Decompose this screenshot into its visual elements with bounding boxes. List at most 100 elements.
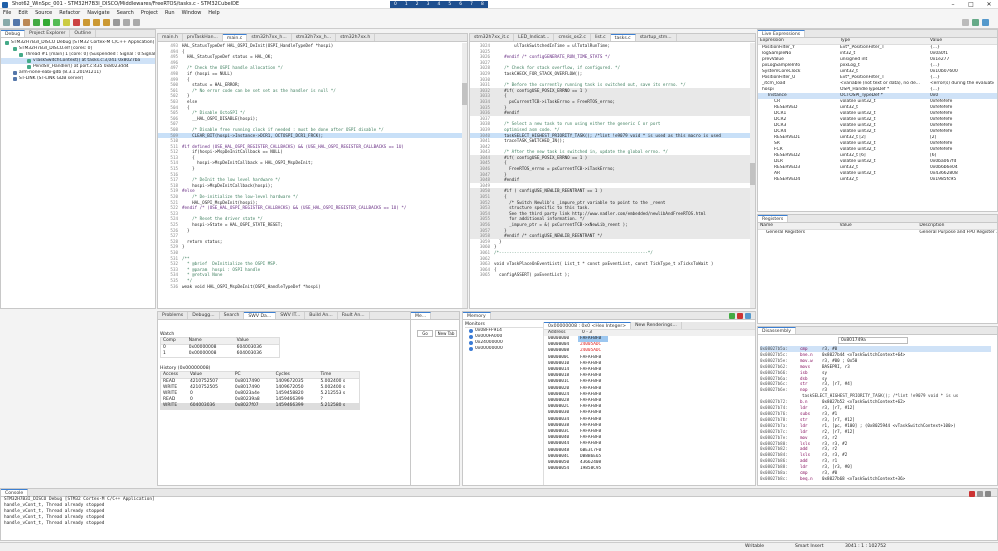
- search-icon[interactable]: [962, 19, 969, 26]
- tab-editor-right[interactable]: LED_Indicat...: [514, 34, 555, 41]
- tab-debug-view[interactable]: Outline: [70, 30, 97, 37]
- tab-memory[interactable]: Memory: [463, 312, 491, 319]
- menu-search[interactable]: Search: [117, 10, 134, 16]
- tab-editor-right[interactable]: list.c: [591, 34, 611, 41]
- tab-editor-left[interactable]: prvTaskHan...: [183, 34, 223, 41]
- tab-bottom-left[interactable]: Build An...: [305, 312, 338, 319]
- perspective-label[interactable]: 0: [394, 1, 397, 8]
- table-row[interactable]: WRITE 604003036 0x8027f07 1459466399 5.21258…: [160, 403, 360, 410]
- tab-disassembly[interactable]: Disassembly: [758, 327, 797, 334]
- perspective-debug-icon[interactable]: [982, 19, 989, 26]
- close-window-button[interactable]: ✕: [980, 0, 998, 9]
- maximize-button[interactable]: □: [962, 0, 980, 9]
- tab-live-expressions[interactable]: Live Expressions: [758, 30, 806, 37]
- perspective-label[interactable]: 5: [448, 1, 451, 8]
- table-row[interactable]: 1 0x00000008 604003036: [161, 351, 280, 358]
- perspective-label[interactable]: 4: [438, 1, 441, 8]
- tab-editor-left[interactable]: stm32h7xx.h: [336, 34, 376, 41]
- live-expression-row[interactable]: RESERVED4 uint32_t 0x1985fc95: [758, 177, 997, 183]
- code-text: #else: [182, 188, 195, 194]
- tab-memory-side[interactable]: Me...: [411, 312, 432, 319]
- perspective-label[interactable]: 1: [405, 1, 408, 8]
- tab-registers[interactable]: Registers: [758, 215, 789, 222]
- menu-edit[interactable]: Edit: [18, 10, 28, 16]
- menu-source[interactable]: Source: [35, 10, 52, 16]
- forward-icon[interactable]: [133, 19, 140, 26]
- editor-right: stm32h7xx_it.c LED_Indicat... cmsis_os2.c l…: [469, 33, 756, 309]
- debug-tree-item[interactable]: ST-LINK (ST-LINK GDB server): [1, 76, 155, 82]
- code-text: HAL_StatusTypeDef HAL_OSPI_DeInit(OSPI_H…: [182, 43, 334, 48]
- tab-editor-right[interactable]: stm32h7xx_it.c: [470, 34, 515, 41]
- code-text: /* After the new task is switched in, up…: [494, 149, 668, 155]
- editor-left-scrollbar[interactable]: [462, 43, 467, 308]
- editor-left-code[interactable]: 493 HAL_StatusTypeDef HAL_OSPI_DeInit(OSP…: [158, 42, 467, 306]
- tab-editor-right[interactable]: startup_stm...: [636, 34, 677, 41]
- save-icon[interactable]: [13, 19, 20, 26]
- disassembly-address-input[interactable]: 0x801749a: [838, 337, 908, 344]
- step-over-icon[interactable]: [93, 19, 100, 26]
- new-renderings-tab[interactable]: New Renderings...: [631, 322, 682, 329]
- step-into-icon[interactable]: [83, 19, 90, 26]
- menu-navigate[interactable]: Navigate: [87, 10, 109, 16]
- tab-editor-right[interactable]: cmsis_os2.c: [554, 34, 591, 41]
- menu-window[interactable]: Window: [182, 10, 202, 16]
- minimize-button[interactable]: –: [944, 0, 962, 9]
- build-icon[interactable]: [23, 19, 30, 26]
- tab-bottom-left[interactable]: Debugg...: [188, 312, 220, 319]
- code-text: configASSERT( pxEventList );: [494, 272, 570, 278]
- perspective-cpp-icon[interactable]: [972, 19, 979, 26]
- search-icon[interactable]: [113, 19, 120, 26]
- tab-bottom-left[interactable]: SWV IT...: [276, 312, 306, 319]
- resume-icon[interactable]: [53, 19, 60, 26]
- tab-console[interactable]: Console: [1, 489, 29, 496]
- tab-bottom-left[interactable]: Problems: [158, 312, 189, 319]
- back-icon[interactable]: [123, 19, 130, 26]
- step-return-icon[interactable]: [103, 19, 110, 26]
- tab-debug-view[interactable]: Project Explorer: [25, 30, 71, 37]
- perspective-label[interactable]: 3: [427, 1, 430, 8]
- add-monitor-icon[interactable]: [729, 313, 735, 319]
- console-view: Console STM32H7B3I_DISCO Debug [STM32 Co…: [0, 488, 998, 541]
- tab-editor-right[interactable]: tasks.c: [610, 34, 636, 41]
- terminate-icon[interactable]: [73, 19, 80, 26]
- tab-debug-view[interactable]: Debug: [1, 30, 26, 37]
- tab-editor-left[interactable]: stm32h7xx_h...: [247, 34, 292, 41]
- menu-refactor[interactable]: Refactor: [59, 10, 80, 16]
- menu-file[interactable]: File: [3, 10, 11, 16]
- terminate-console-icon[interactable]: [969, 491, 975, 497]
- perspective-label[interactable]: 2: [416, 1, 419, 8]
- code-text: }: [182, 227, 190, 233]
- tab-editor-left[interactable]: stm32h7xx_h...: [292, 34, 337, 41]
- refresh-icon[interactable]: [745, 313, 751, 319]
- tab-bottom-left[interactable]: Search: [220, 312, 245, 319]
- new-icon[interactable]: [3, 19, 10, 26]
- remove-monitor-icon[interactable]: [737, 313, 743, 319]
- memory-row[interactable]: 00000054 19858C95: [544, 466, 755, 472]
- code-text: }: [182, 93, 190, 99]
- memory-rendering-tab[interactable]: 0x00000008 : 0x0 <Hex Integer>: [544, 322, 632, 329]
- tab-bottom-left[interactable]: SWV Da...: [244, 312, 277, 319]
- perspective-label[interactable]: 7: [470, 1, 473, 8]
- code-text: ulTaskSwitchedInTime = ulTotalRunTime;: [494, 43, 610, 48]
- expression-name: RESERVED4: [774, 177, 801, 182]
- tab-editor-left[interactable]: main.h: [158, 34, 183, 41]
- tab-bottom-left[interactable]: Fault An...: [338, 312, 370, 319]
- menu-run[interactable]: Run: [165, 10, 175, 16]
- perspective-label[interactable]: 6: [459, 1, 462, 8]
- tab-editor-left[interactable]: main.c: [222, 34, 248, 41]
- go-button[interactable]: Go: [417, 330, 433, 337]
- pin-console-icon[interactable]: [985, 491, 991, 497]
- run-icon[interactable]: [43, 19, 50, 26]
- debug-icon[interactable]: [33, 19, 40, 26]
- perspective-label[interactable]: 8: [481, 1, 484, 8]
- menu-project[interactable]: Project: [141, 10, 158, 16]
- monitor-item[interactable]: 0x00000000: [465, 346, 543, 352]
- clear-console-icon[interactable]: [977, 491, 983, 497]
- suspend-icon[interactable]: [63, 19, 70, 26]
- disassembly-line[interactable]: 0x08027b8c: beq.n 0x8027b68 <vTaskSwitchCo…: [760, 476, 991, 482]
- new-tab-button[interactable]: New Tab: [435, 330, 457, 337]
- register-row[interactable]: General Registers General Purpose and FPU…: [758, 230, 997, 236]
- editor-right-scrollbar[interactable]: [750, 43, 755, 308]
- menu-help[interactable]: Help: [208, 10, 219, 16]
- editor-right-code[interactable]: 3024 ulTaskSwitchedInTime = ulTotalRunTi…: [470, 42, 755, 306]
